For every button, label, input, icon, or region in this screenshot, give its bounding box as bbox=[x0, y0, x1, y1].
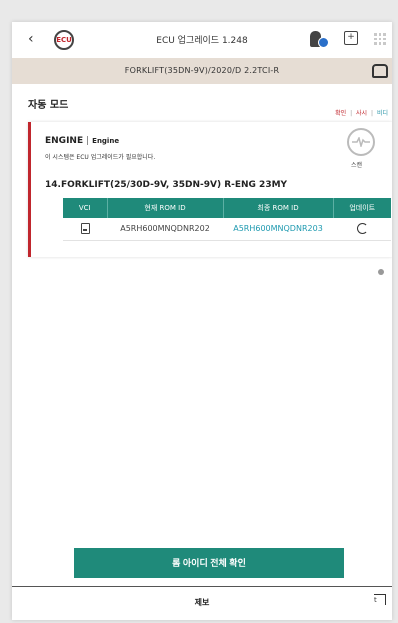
bottom-label[interactable]: 제보 bbox=[12, 597, 392, 608]
grid-cell bbox=[383, 42, 386, 45]
confirm-link[interactable]: 확인 bbox=[335, 110, 346, 117]
grid-cell bbox=[383, 33, 386, 36]
app-frame: ‹ ECU ECU 업그레이드 1.248 + FORKLIFT(35DN-9V… bbox=[12, 22, 392, 620]
mode-title: 자동 모드 bbox=[28, 100, 69, 111]
engine-name: ENGINE bbox=[45, 136, 84, 146]
mode-links: 확인 | 사시 | 비디 bbox=[335, 108, 388, 117]
update-icon[interactable] bbox=[356, 223, 368, 235]
engine-message: 이 시스템은 ECU 업그레이드가 필요합니다. bbox=[45, 154, 156, 161]
table-row: A5RH600MNQDNR202 A5RH600MNQDNR203 bbox=[63, 218, 391, 241]
table-header-row: VCI 현재 ROM ID 최종 ROM ID 업데이트 bbox=[63, 198, 391, 218]
engine-title: ENGINE | Engine bbox=[45, 136, 119, 146]
latest-rom-cell[interactable]: A5RH600MNQDNR203 bbox=[223, 218, 333, 241]
top-bar: ‹ ECU ECU 업그레이드 1.248 + bbox=[12, 22, 392, 58]
model-name: 14.FORKLIFT(25/30D-9V, 35DN-9V) R-ENG 23… bbox=[45, 180, 288, 190]
engine-card: ENGINE | Engine 이 시스템은 ECU 업그레이드가 필요합니다. 스… bbox=[28, 122, 392, 257]
engine-separator: | bbox=[86, 136, 90, 146]
bottom-divider bbox=[12, 586, 392, 587]
update-cell bbox=[333, 218, 391, 241]
grid-cell bbox=[378, 42, 382, 45]
grid-cell bbox=[383, 37, 386, 41]
current-rom-cell: A5RH600MNQDNR202 bbox=[107, 218, 223, 241]
confirm-all-rom-button[interactable]: 롬 아이디 전체 확인 bbox=[74, 548, 344, 578]
link-separator: | bbox=[371, 110, 374, 117]
vehicle-name: FORKLIFT(35DN-9V)/2020/D 2.2TCI-R bbox=[124, 66, 280, 75]
chassis-link[interactable]: 사시 bbox=[356, 110, 367, 117]
video-link[interactable]: 비디 bbox=[377, 110, 388, 117]
grid-cell bbox=[374, 33, 377, 36]
user-badge-icon[interactable] bbox=[308, 31, 330, 49]
engine-sub-name: Engine bbox=[92, 137, 120, 145]
user-status-dot bbox=[318, 37, 329, 48]
col-current-rom: 현재 ROM ID bbox=[106, 198, 223, 218]
col-latest-rom: 최종 ROM ID bbox=[222, 198, 333, 218]
vci-icon[interactable] bbox=[80, 223, 90, 235]
grid-icon[interactable] bbox=[374, 33, 386, 45]
grid-cell bbox=[374, 42, 377, 45]
frame-icon[interactable]: + bbox=[344, 31, 358, 45]
scan-icon[interactable] bbox=[347, 128, 375, 156]
grid-cell bbox=[378, 33, 382, 36]
scroll-indicator[interactable] bbox=[378, 269, 384, 275]
col-vci: VCI bbox=[63, 198, 107, 218]
scan-wave-shape bbox=[352, 137, 370, 147]
rom-table: VCI 현재 ROM ID 최종 ROM ID 업데이트 A5RH600MNQD… bbox=[63, 198, 391, 241]
scan-label: 스캔 bbox=[351, 162, 363, 169]
corner-expand-icon[interactable]: t bbox=[374, 594, 386, 605]
vci-cell bbox=[63, 218, 107, 241]
col-update: 업데이트 bbox=[332, 198, 391, 218]
vehicle-info-bar: FORKLIFT(35DN-9V)/2020/D 2.2TCI-R bbox=[12, 58, 392, 84]
page-title: ECU 업그레이드 1.248 bbox=[156, 36, 248, 46]
grid-cell bbox=[374, 37, 377, 41]
link-separator: | bbox=[350, 110, 353, 117]
grid-cell bbox=[378, 37, 382, 41]
car-icon[interactable] bbox=[372, 64, 388, 78]
